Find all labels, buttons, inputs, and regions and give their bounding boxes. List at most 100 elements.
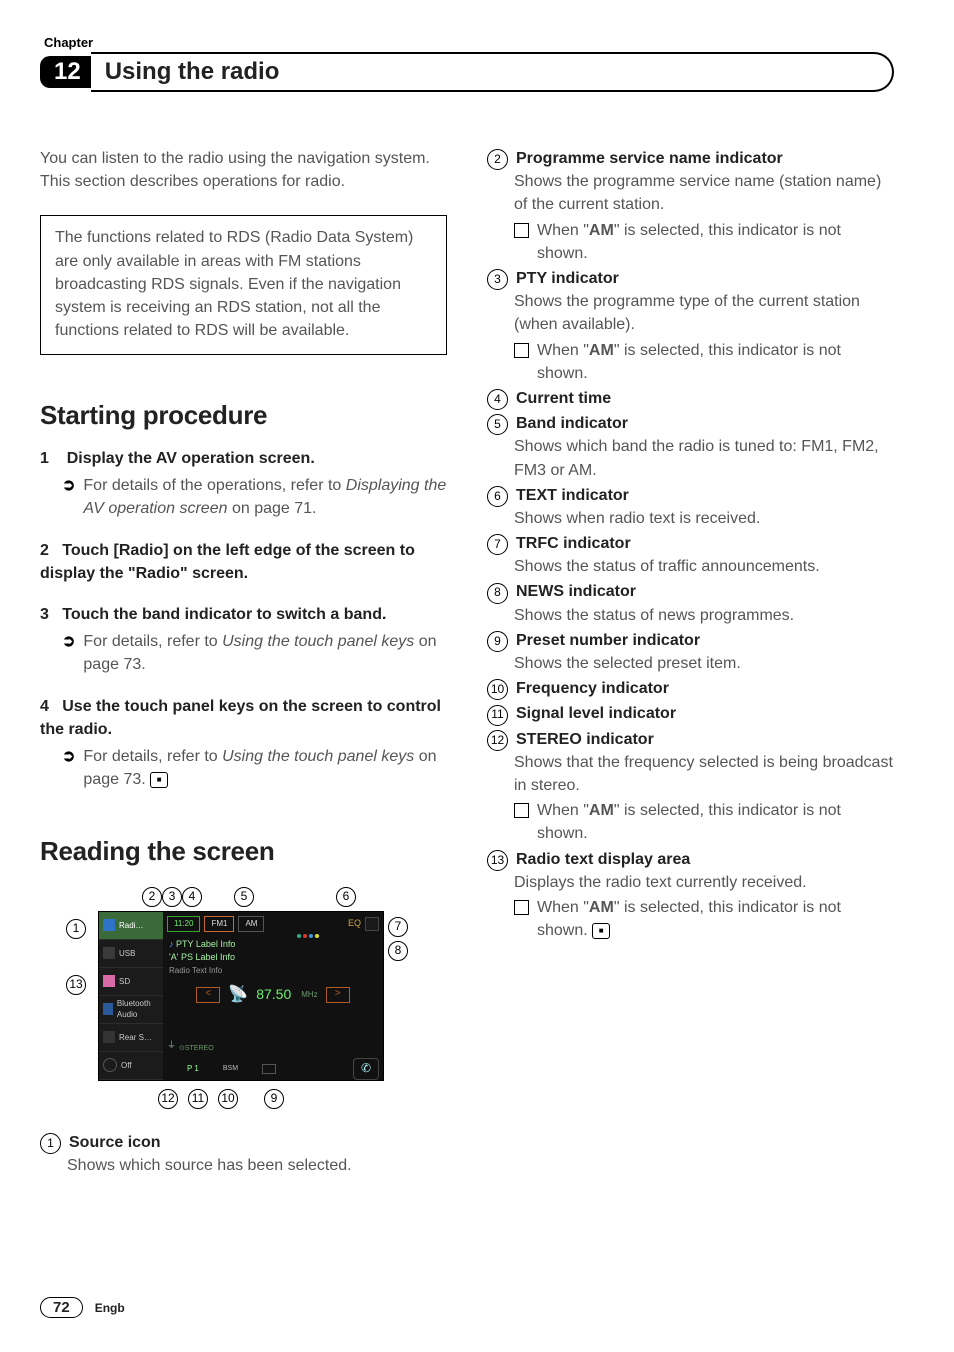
callout-13: 13 bbox=[66, 973, 86, 995]
def-8-body: Shows the status of news programmes. bbox=[487, 604, 894, 627]
step-2: 2 Touch [Radio] on the left edge of the … bbox=[40, 539, 447, 585]
note-box-icon bbox=[514, 343, 529, 358]
radio-icon bbox=[103, 919, 115, 931]
def-2-body: Shows the programme service name (statio… bbox=[487, 170, 894, 216]
status-dot-icon bbox=[315, 934, 319, 938]
status-dot-icon bbox=[297, 934, 301, 938]
language-code: Engb bbox=[95, 1301, 125, 1315]
source-sd[interactable]: SD bbox=[99, 968, 163, 996]
step-4-sub-italic: Using the touch panel keys bbox=[222, 748, 414, 765]
source-sidebar: Radi… USB SD Bluetooth Audio Rear S… Off bbox=[99, 912, 163, 1080]
def-5-title: Band indicator bbox=[516, 412, 628, 435]
title-row: 12 Using the radio bbox=[40, 52, 894, 92]
def-4-number: 4 bbox=[487, 389, 508, 410]
callout-8: 8 bbox=[388, 939, 408, 961]
section-end-icon bbox=[150, 772, 168, 788]
eq-icon[interactable]: EQ bbox=[348, 917, 361, 930]
usb-icon bbox=[103, 947, 115, 959]
rear-icon bbox=[103, 1031, 115, 1043]
speaker-icon[interactable] bbox=[365, 917, 379, 931]
def-7-title: TRFC indicator bbox=[516, 532, 631, 555]
def-4: 4 Current time bbox=[487, 387, 894, 410]
source-bluetooth[interactable]: Bluetooth Audio bbox=[99, 996, 163, 1024]
step-1-number: 1 bbox=[40, 450, 49, 467]
rds-note-box: The functions related to RDS (Radio Data… bbox=[40, 215, 447, 355]
def-6-title: TEXT indicator bbox=[516, 484, 629, 507]
step-3: 3 Touch the band indicator to switch a b… bbox=[40, 603, 447, 626]
note-box-icon bbox=[514, 223, 529, 238]
arrow-bullet-icon: ➲ bbox=[62, 745, 75, 768]
phone-button[interactable]: ✆ bbox=[353, 1058, 379, 1080]
chapter-number: 12 bbox=[40, 56, 91, 89]
def-1: 1 Source icon bbox=[40, 1131, 447, 1154]
radio-text-label: Radio Text Info bbox=[169, 965, 383, 977]
def-3-number: 3 bbox=[487, 269, 508, 290]
def-11: 11 Signal level indicator bbox=[487, 702, 894, 725]
frequency-unit: MHz bbox=[301, 989, 317, 1001]
step-2-number: 2 bbox=[40, 542, 49, 559]
step-3-sub-text: For details, refer to Using the touch pa… bbox=[83, 630, 447, 676]
antenna-icon: 📡 bbox=[228, 983, 248, 1006]
page-number: 72 bbox=[40, 1297, 83, 1318]
def-9-number: 9 bbox=[487, 631, 508, 652]
step-1-sub-prefix: For details of the operations, refer to bbox=[83, 477, 345, 494]
def-6: 6 TEXT indicator bbox=[487, 484, 894, 507]
source-radio[interactable]: Radi… bbox=[99, 912, 163, 940]
def-9-body: Shows the selected preset item. bbox=[487, 652, 894, 675]
pty-label: PTY Label Info bbox=[176, 939, 235, 949]
def-2-note: When "AM" is selected, this indicator is… bbox=[487, 219, 894, 265]
heading-reading-the-screen: Reading the screen bbox=[40, 833, 447, 871]
source-usb[interactable]: USB bbox=[99, 940, 163, 968]
def-7-number: 7 bbox=[487, 534, 508, 555]
left-column: You can listen to the radio using the na… bbox=[40, 147, 447, 1179]
step-3-number: 3 bbox=[40, 606, 49, 623]
stereo-indicator: ⊙STEREO bbox=[179, 1044, 214, 1054]
def-3-note: When "AM" is selected, this indicator is… bbox=[487, 339, 894, 385]
def-13-number: 13 bbox=[487, 850, 508, 871]
step-3-sub-prefix: For details, refer to bbox=[83, 633, 222, 650]
def-8-title: NEWS indicator bbox=[516, 580, 636, 603]
def-8: 8 NEWS indicator bbox=[487, 580, 894, 603]
list-button[interactable] bbox=[262, 1064, 276, 1074]
def-12-note: When "AM" is selected, this indicator is… bbox=[487, 799, 894, 845]
def-10-number: 10 bbox=[487, 679, 508, 700]
def-9-title: Preset number indicator bbox=[516, 629, 700, 652]
callout-3: 3 bbox=[162, 885, 182, 907]
seek-up-button[interactable]: > bbox=[326, 987, 350, 1003]
def-13-note: When "AM" is selected, this indicator is… bbox=[487, 896, 894, 942]
step-4-number: 4 bbox=[40, 698, 49, 715]
step-4-sub-prefix: For details, refer to bbox=[83, 748, 222, 765]
def-1-title: Source icon bbox=[69, 1131, 161, 1154]
def-5-body: Shows which band the radio is tuned to: … bbox=[487, 435, 894, 481]
signal-icon: ⏚ bbox=[167, 1039, 176, 1052]
def-3-title: PTY indicator bbox=[516, 267, 619, 290]
def-5: 5 Band indicator bbox=[487, 412, 894, 435]
source-off[interactable]: Off bbox=[99, 1052, 163, 1080]
def-2: 2 Programme service name indicator bbox=[487, 147, 894, 170]
source-rear[interactable]: Rear S… bbox=[99, 1024, 163, 1052]
def-12: 12 STEREO indicator bbox=[487, 728, 894, 751]
section-end-icon bbox=[592, 923, 610, 939]
clock-chip: 11:20 bbox=[167, 916, 200, 932]
step-1-title: Display the AV operation screen. bbox=[67, 450, 315, 467]
bsm-button[interactable]: BSM bbox=[223, 1064, 238, 1074]
chapter-label: Chapter bbox=[44, 35, 894, 50]
seek-down-button[interactable]: < bbox=[196, 987, 220, 1003]
fm-band-chip[interactable]: FM1 bbox=[204, 916, 234, 932]
status-dot-icon bbox=[303, 934, 307, 938]
preset-number: P 1 bbox=[187, 1063, 199, 1075]
callout-1: 1 bbox=[66, 917, 86, 939]
bluetooth-icon bbox=[103, 1003, 113, 1015]
def-12-number: 12 bbox=[487, 730, 508, 751]
def-1-number: 1 bbox=[40, 1133, 61, 1154]
callout-5: 5 bbox=[234, 885, 254, 907]
def-10-title: Frequency indicator bbox=[516, 677, 669, 700]
callout-7: 7 bbox=[388, 915, 408, 937]
radio-screen-figure: 2 3 4 5 6 1 13 7 8 12 11 10 9 Radi… bbox=[52, 883, 412, 1113]
am-band-chip[interactable]: AM bbox=[238, 916, 264, 932]
def-12-body: Shows that the frequency selected is bei… bbox=[487, 751, 894, 797]
arrow-bullet-icon: ➲ bbox=[62, 630, 75, 653]
ps-label: 'A' PS Label Info bbox=[169, 951, 383, 965]
step-1-sub-suffix: on page 71. bbox=[228, 500, 317, 517]
pty-icon: ♪ bbox=[169, 939, 174, 949]
